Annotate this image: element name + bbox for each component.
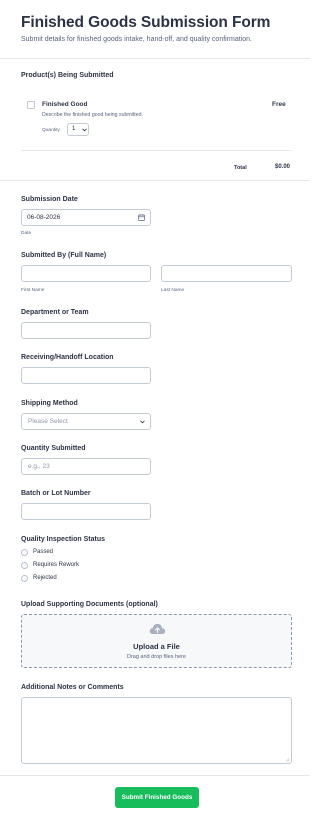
- submission-date-sublabel: Date: [21, 231, 32, 236]
- upload-label: Upload Supporting Documents (optional): [21, 601, 158, 608]
- department-label: Department or Team: [21, 309, 89, 316]
- product-name: Finished Good: [42, 101, 88, 108]
- location-input[interactable]: [21, 367, 151, 384]
- shipping-method-label: Shipping Method: [21, 400, 78, 407]
- quality-radio-rework[interactable]: [21, 562, 28, 569]
- shipping-method-select[interactable]: Please Select: [21, 413, 151, 430]
- first-name-sublabel: First Name: [21, 288, 45, 293]
- submission-date-input[interactable]: 06-08-2026: [21, 209, 151, 226]
- upload-hint: Drag and drop files here: [126, 654, 186, 660]
- last-name-input[interactable]: [161, 265, 292, 282]
- quality-option-rejected: Rejected: [33, 575, 57, 581]
- product-quantity-value: 1: [72, 126, 76, 132]
- footer-divider: [0, 775, 310, 776]
- products-divider: [21, 150, 292, 151]
- batch-label: Batch or Lot Number: [21, 490, 91, 497]
- cloud-upload-icon: [149, 623, 166, 635]
- submission-date-label: Submission Date: [21, 196, 78, 203]
- quality-option-rework: Requires Rework: [33, 562, 80, 568]
- product-price: Free: [272, 101, 286, 108]
- quality-option-passed: Passed: [33, 549, 54, 555]
- department-input[interactable]: [21, 322, 151, 339]
- file-upload-dropzone[interactable]: Upload a File Drag and drop files here: [21, 614, 292, 668]
- chevron-down-icon: [140, 420, 145, 424]
- submitted-by-label: Submitted By (Full Name): [21, 252, 107, 259]
- header-divider: [0, 58, 310, 59]
- product-quantity-select[interactable]: 1: [67, 123, 89, 136]
- submit-button[interactable]: Submit Finished Goods: [115, 787, 199, 808]
- batch-input[interactable]: [21, 503, 151, 520]
- chevron-down-icon: [82, 128, 87, 132]
- submission-date-value: 06-08-2026: [27, 214, 61, 221]
- products-bottom-divider: [0, 180, 310, 181]
- quantity-label: Quantity: [42, 128, 60, 133]
- form-title: Finished Goods Submission Form: [21, 14, 271, 31]
- notes-textarea[interactable]: [21, 697, 292, 764]
- quantity-submitted-placeholder: e.g., 23: [28, 463, 50, 470]
- form-subtitle: Submit details for finished goods intake…: [21, 36, 253, 43]
- total-label: Total: [234, 165, 247, 171]
- last-name-sublabel: Last Name: [161, 288, 185, 293]
- shipping-method-placeholder: Please Select: [28, 418, 68, 425]
- quality-status-label: Quality Inspection Status: [21, 536, 106, 543]
- quality-radio-passed[interactable]: [21, 549, 28, 556]
- products-label: Product(s) Being Submitted: [21, 72, 114, 79]
- notes-label: Additional Notes or Comments: [21, 684, 124, 691]
- first-name-input[interactable]: [21, 265, 151, 282]
- total-value: $0.00: [275, 164, 291, 170]
- quantity-submitted-input[interactable]: e.g., 23: [21, 458, 151, 475]
- quantity-submitted-label: Quantity Submitted: [21, 445, 86, 452]
- upload-title: Upload a File: [133, 642, 180, 651]
- product-checkbox[interactable]: [27, 101, 35, 109]
- quality-radio-rejected[interactable]: [21, 575, 28, 582]
- product-description: Describe the finished good being submitt…: [42, 112, 143, 118]
- location-label: Receiving/Handoff Location: [21, 354, 114, 361]
- calendar-icon[interactable]: [138, 214, 145, 221]
- resize-handle-icon[interactable]: [285, 757, 290, 762]
